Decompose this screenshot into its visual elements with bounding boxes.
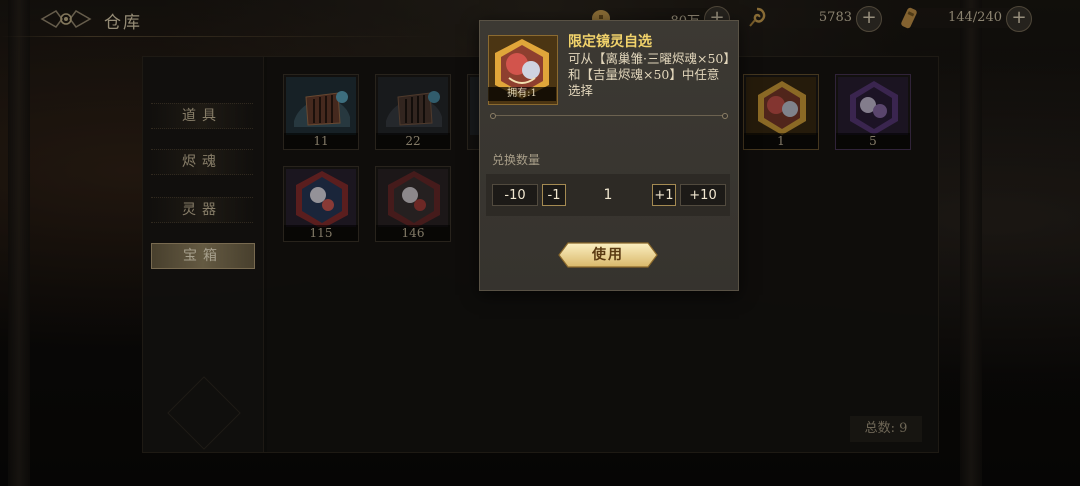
- minus-10-button[interactable]: -10: [492, 184, 538, 206]
- item-name: 限定镜灵自选: [568, 34, 652, 50]
- use-button[interactable]: 使用: [558, 241, 658, 269]
- minus-1-button[interactable]: -1: [542, 184, 566, 206]
- plus-1-button[interactable]: +1: [652, 184, 676, 206]
- exchange-label: 兑换数量: [492, 153, 541, 167]
- owned-count: 拥有:1: [488, 87, 556, 101]
- item-description: 可从【离巢雏·三曜烬魂×50】和【吉量烬魂×50】中任意选择: [568, 51, 730, 98]
- plus-10-button[interactable]: +10: [680, 184, 726, 206]
- use-button-label: 使用: [592, 247, 624, 263]
- quantity-stepper: -10 -1 1 +1 +10: [486, 174, 730, 216]
- popup-divider: [490, 113, 728, 119]
- item-detail-popup: 拥有:1 限定镜灵自选 可从【离巢雏·三曜烬魂×50】和【吉量烬魂×50】中任意…: [479, 20, 739, 291]
- quantity-value[interactable]: 1: [570, 184, 646, 206]
